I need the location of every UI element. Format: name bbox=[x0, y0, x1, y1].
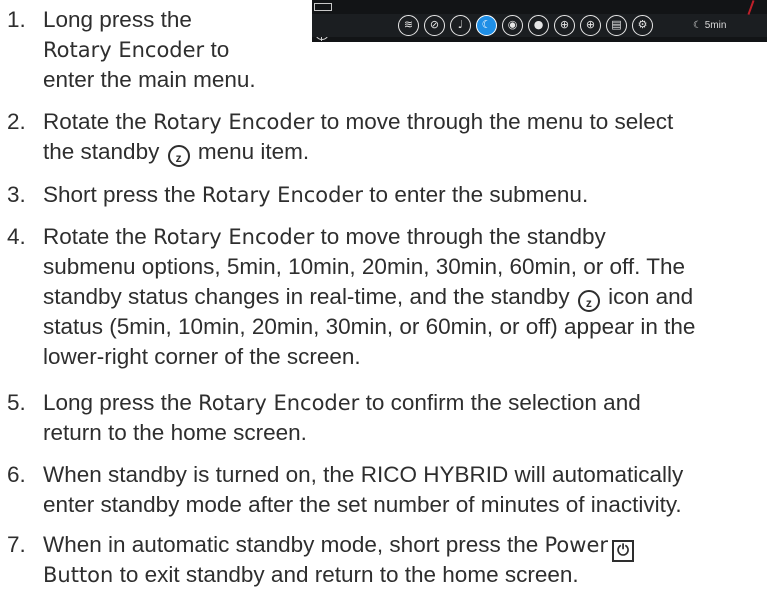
step-number: 4. bbox=[7, 224, 26, 249]
step-number: 6. bbox=[7, 462, 26, 487]
standby-icon: z bbox=[167, 145, 190, 167]
step-number: 7. bbox=[7, 532, 26, 557]
step-number: 3. bbox=[7, 182, 26, 207]
step-text: submenu options, 5min, 10min, 20min, 30m… bbox=[43, 254, 686, 279]
step-text: standby status changes in real-time, and… bbox=[43, 284, 694, 312]
step-text: When in automatic standby mode, short pr… bbox=[43, 530, 635, 562]
wifi-icon: ≋ bbox=[398, 15, 419, 36]
microphone-icon: ♩ bbox=[450, 15, 471, 36]
step-text: return to the home screen. bbox=[43, 420, 307, 445]
step-text: Rotary Encoder to bbox=[43, 37, 230, 62]
step-text: Rotate the Rotary Encoder to move throug… bbox=[43, 224, 606, 249]
step-text: Short press the Rotary Encoder to enter … bbox=[43, 182, 589, 207]
step-text: Rotate the Rotary Encoder to move throug… bbox=[43, 109, 674, 134]
reticle-icon: ⊕ bbox=[580, 15, 601, 36]
step-number: 1. bbox=[7, 7, 26, 32]
power-icon: ⏻ bbox=[612, 540, 635, 562]
step-text: enter the main menu. bbox=[43, 67, 256, 92]
standby-icon: ☾ bbox=[476, 15, 497, 36]
standby-icon: z bbox=[577, 290, 600, 312]
step-text: When standby is turned on, the RICO HYBR… bbox=[43, 462, 684, 487]
compass-icon: ⊘ bbox=[424, 15, 445, 36]
crosshair-icon: ⊕ bbox=[554, 15, 575, 36]
step-text: the standby z menu item. bbox=[43, 139, 310, 167]
standby-status-badge: ☾ 5min bbox=[693, 20, 727, 31]
step-text: lower-right corner of the screen. bbox=[43, 344, 361, 369]
step-text: enter standby mode after the set number … bbox=[43, 492, 682, 517]
step-text: Button to exit standby and return to the… bbox=[43, 562, 579, 587]
step-number: 5. bbox=[7, 390, 26, 415]
step-text: Long press the Rotary Encoder to confirm… bbox=[43, 390, 641, 415]
device-screen-image: ≋ ⊘ ♩ ☾ ◉ ● ⊕ ⊕ ▤ ⚙ ☾ 5min bbox=[312, 0, 767, 42]
battery-icon bbox=[314, 3, 332, 11]
step-number: 2. bbox=[7, 109, 26, 134]
step-text: status (5min, 10min, 20min, 30min, or 60… bbox=[43, 314, 696, 339]
step-text: Long press the bbox=[43, 7, 192, 32]
gallery-icon: ▤ bbox=[606, 15, 627, 36]
record-icon: ● bbox=[528, 15, 549, 36]
settings-icon: ⚙ bbox=[632, 15, 653, 36]
camera-icon: ◉ bbox=[502, 15, 523, 36]
red-indicator bbox=[747, 0, 755, 15]
